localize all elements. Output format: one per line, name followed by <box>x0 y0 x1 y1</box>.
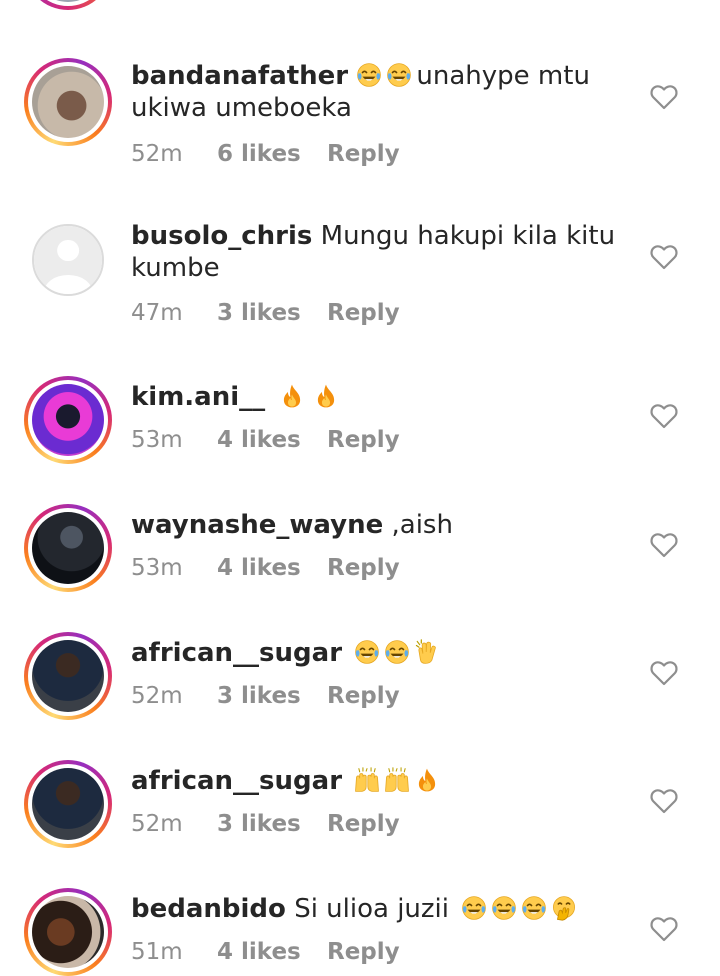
username[interactable]: waynashe_wayne <box>131 510 383 540</box>
avatar[interactable] <box>24 376 112 464</box>
comment-item: bedanbido Si ulioa juzii 51m 4 likes Reply <box>0 888 720 976</box>
reply-button[interactable]: Reply <box>327 298 400 328</box>
comment-time: 52m <box>131 811 183 837</box>
comment-meta: 52m 3 likes Reply <box>131 681 400 711</box>
comment-meta: 47m 3 likes Reply <box>131 298 400 328</box>
likes-count[interactable]: 6 likes <box>217 139 327 169</box>
comment-meta: 51m 4 likes Reply <box>131 937 400 967</box>
hand-over-mouth-emoji-icon <box>551 895 577 921</box>
reply-button[interactable]: Reply <box>327 425 400 455</box>
heart-outline-icon[interactable] <box>650 660 678 686</box>
reply-button[interactable]: Reply <box>327 809 400 839</box>
comment-time: 53m <box>131 555 183 581</box>
fire-emoji-icon <box>279 383 305 409</box>
heart-outline-icon[interactable] <box>650 788 678 814</box>
comment-meta: 52m 3 likes Reply <box>131 809 400 839</box>
avatar[interactable] <box>24 888 112 976</box>
comment-text: Si ulioa juzii <box>294 894 450 924</box>
likes-count[interactable]: 4 likes <box>217 425 327 455</box>
avatar[interactable] <box>32 224 104 296</box>
comment-item: busolo_chris Mungu hakupi kila kitu kumb… <box>0 220 720 350</box>
heart-outline-icon[interactable] <box>650 532 678 558</box>
likes-count[interactable]: 4 likes <box>217 553 327 583</box>
username[interactable]: bedanbido <box>131 894 286 924</box>
comment-time: 47m <box>131 300 183 326</box>
avatar[interactable] <box>24 504 112 592</box>
joy-emoji-icon <box>491 895 517 921</box>
default-avatar-icon <box>34 226 102 294</box>
raised-hands-emoji-icon <box>354 767 380 793</box>
username[interactable]: african__sugar <box>131 766 342 796</box>
comment-time: 53m <box>131 427 183 453</box>
raised-hands-emoji-icon <box>384 767 410 793</box>
avatar[interactable] <box>24 58 112 146</box>
joy-emoji-icon <box>386 62 412 88</box>
likes-count[interactable]: 4 likes <box>217 937 327 967</box>
joy-emoji-icon <box>384 639 410 665</box>
username[interactable]: bandanafather <box>131 61 348 91</box>
comment-meta: 52m 6 likes Reply <box>131 139 400 169</box>
comment-meta: 53m 4 likes Reply <box>131 425 400 455</box>
reply-button[interactable]: Reply <box>327 937 400 967</box>
joy-emoji-icon <box>356 62 382 88</box>
username[interactable]: african__sugar <box>131 638 342 668</box>
heart-outline-icon[interactable] <box>650 84 678 110</box>
previous-comment-remnant <box>0 0 720 12</box>
heart-outline-icon[interactable] <box>650 916 678 942</box>
reply-button[interactable]: Reply <box>327 139 400 169</box>
comment-time: 52m <box>131 141 183 167</box>
username[interactable]: kim.ani__ <box>131 382 265 412</box>
likes-count[interactable]: 3 likes <box>217 809 327 839</box>
heart-outline-icon[interactable] <box>650 244 678 270</box>
avatar <box>24 0 112 10</box>
reply-button[interactable]: Reply <box>327 553 400 583</box>
comments-list: bandanafather unahype mtu ukiwa umeboeka… <box>0 0 720 976</box>
joy-emoji-icon <box>354 639 380 665</box>
comment-meta: 53m 4 likes Reply <box>131 553 400 583</box>
avatar[interactable] <box>24 632 112 720</box>
comment-item: kim.ani__ 53m 4 likes Reply <box>0 376 720 476</box>
username[interactable]: busolo_chris <box>131 221 312 251</box>
likes-count[interactable]: 3 likes <box>217 298 327 328</box>
joy-emoji-icon <box>461 895 487 921</box>
comment-time: 52m <box>131 683 183 709</box>
fire-emoji-icon <box>414 767 440 793</box>
fire-emoji-icon <box>313 383 339 409</box>
joy-emoji-icon <box>521 895 547 921</box>
heart-outline-icon[interactable] <box>650 403 678 429</box>
comment-item: african__sugar 52m 3 likes Reply <box>0 760 720 860</box>
reply-button[interactable]: Reply <box>327 681 400 711</box>
comment-item: bandanafather unahype mtu ukiwa umeboeka… <box>0 56 720 196</box>
avatar[interactable] <box>24 760 112 848</box>
comment-time: 51m <box>131 939 183 965</box>
comment-item: waynashe_wayne ,aish 53m 4 likes Reply <box>0 504 720 604</box>
comment-text: ,aish <box>391 510 453 540</box>
clap-emoji-icon <box>414 639 440 665</box>
likes-count[interactable]: 3 likes <box>217 681 327 711</box>
comment-item: african__sugar 52m 3 likes Reply <box>0 632 720 732</box>
